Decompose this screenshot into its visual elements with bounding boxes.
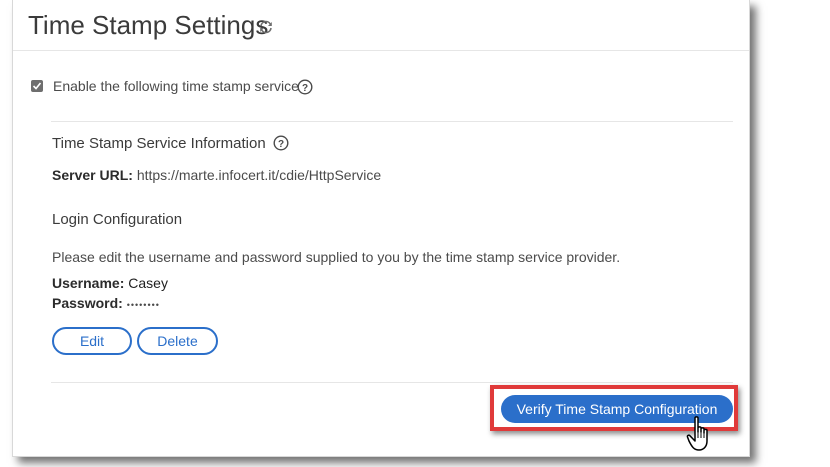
enable-service-label: Enable the following time stamp service xyxy=(53,78,299,94)
edit-button[interactable]: Edit xyxy=(52,327,132,355)
password-row: Password: •••••••• xyxy=(52,295,160,311)
svg-text:?: ? xyxy=(278,139,284,150)
help-icon[interactable]: ? xyxy=(273,135,289,151)
login-config-title: Login Configuration xyxy=(52,211,183,228)
password-value: •••••••• xyxy=(126,300,160,310)
svg-text:?: ? xyxy=(302,83,308,94)
delete-button[interactable]: Delete xyxy=(137,327,218,355)
refresh-icon[interactable] xyxy=(258,19,274,35)
divider-top xyxy=(51,121,733,122)
service-info-title: Time Stamp Service Information xyxy=(52,135,266,152)
login-description: Please edit the username and password su… xyxy=(52,249,621,265)
server-url-label: Server URL: xyxy=(52,167,133,183)
divider-bottom xyxy=(51,382,733,383)
enable-service-checkbox[interactable] xyxy=(31,80,43,92)
hand-cursor-icon xyxy=(686,416,708,451)
help-icon[interactable]: ? xyxy=(297,79,313,95)
server-url-row: Server URL: https://marte.infocert.it/cd… xyxy=(52,167,381,183)
page-title: Time Stamp Settings xyxy=(28,10,269,40)
password-label: Password: xyxy=(52,295,123,311)
username-row: Username: Casey xyxy=(52,275,168,291)
header: Time Stamp Settings xyxy=(13,0,749,51)
checkmark-icon xyxy=(32,82,42,90)
username-label: Username: xyxy=(52,275,125,291)
server-url-value: https://marte.infocert.it/cdie/HttpServi… xyxy=(136,167,382,183)
time-stamp-settings-panel: Time Stamp Settings Enable the following… xyxy=(12,0,750,457)
username-value: Casey xyxy=(128,275,168,291)
